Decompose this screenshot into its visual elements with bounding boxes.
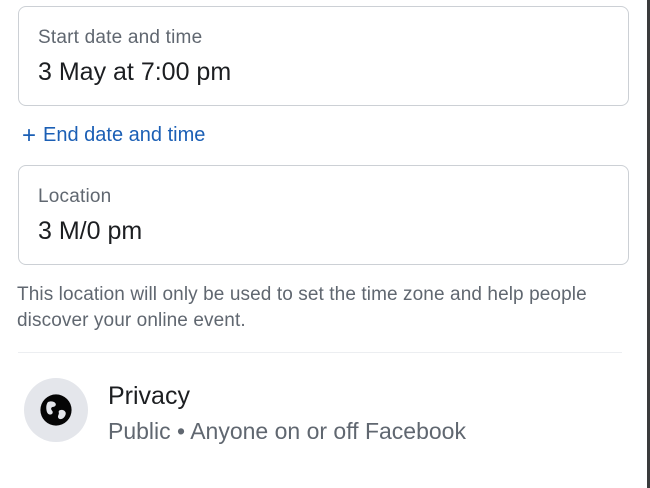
end-date-time-label: End date and time [43,124,206,146]
location-label: Location [38,186,112,207]
privacy-icon-background [24,378,88,442]
start-date-time-value: 3 May at 7:00 pm [38,58,232,86]
privacy-subtitle: Public • Anyone on or off Facebook [108,418,466,444]
start-date-time-field[interactable]: Start date and time 3 May at 7:00 pm [18,6,629,106]
location-field[interactable]: Location 3 M/0 pm [18,165,629,265]
start-date-time-label: Start date and time [38,27,203,48]
location-help-text: This location will only be used to set t… [17,284,587,331]
privacy-setting[interactable]: Privacy Public • Anyone on or off Facebo… [24,378,624,444]
section-divider [18,352,622,353]
plus-icon: + [22,121,37,149]
globe-icon [40,394,72,426]
add-end-date-time-link[interactable]: + End date and time [22,121,206,149]
location-value: 3 M/0 pm [38,217,143,245]
privacy-title: Privacy [108,382,190,410]
